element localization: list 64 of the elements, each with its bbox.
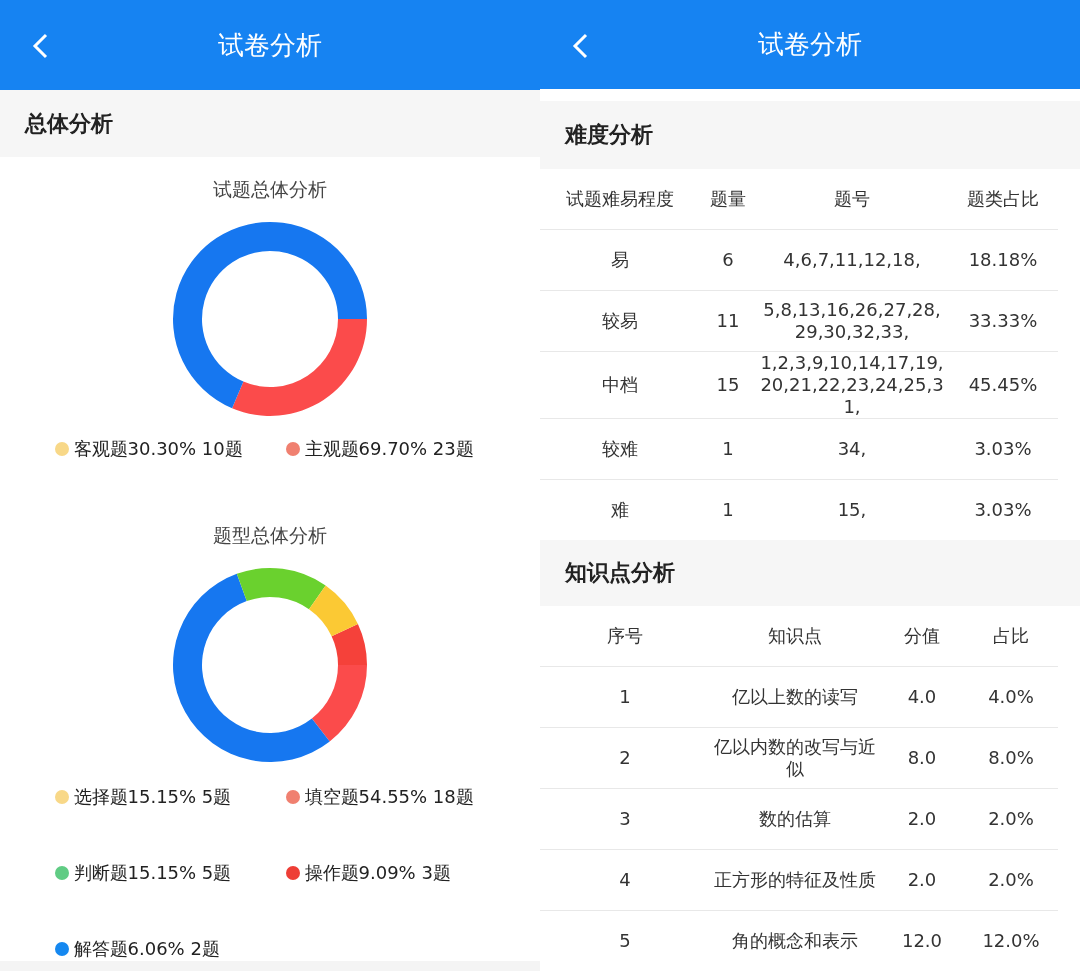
- column-header: 序号: [606, 625, 644, 647]
- table-cell-text: 角的概念和表示: [731, 930, 859, 952]
- section-title: 难度分析: [565, 121, 653, 150]
- table-cell-text: 18.18%: [967, 249, 1039, 272]
- table-cell-text: 1,2,3,9,10,14,17,19,20,21,22,23,24,25,31,: [759, 352, 945, 419]
- column-header: 占比: [992, 625, 1030, 647]
- table-cell-text: 2.0%: [987, 808, 1035, 830]
- table-cell-text: 中档: [601, 374, 639, 397]
- legend-label: 操作题9.09% 3题: [304, 861, 451, 886]
- table-cell-text: 5: [618, 930, 632, 952]
- back-icon[interactable]: [572, 33, 588, 59]
- table-cell-text: 4.0%: [987, 686, 1035, 708]
- table-cell-text: 难: [610, 499, 630, 522]
- section-title: 知识点分析: [565, 559, 675, 588]
- table-cell-text: 正方形的特征及性质: [713, 869, 877, 891]
- table-cell-text: 8.0: [906, 747, 938, 769]
- table-cell-text: 6: [721, 249, 735, 272]
- table-cell-text: 2.0: [906, 808, 938, 830]
- table-cell-text: 较难: [601, 438, 639, 461]
- table-cell-text: 5,8,13,16,26,27,28,29,30,32,33,: [762, 299, 942, 344]
- table-cell-text: 1: [721, 438, 735, 461]
- page-title: 试卷分析: [758, 28, 862, 62]
- table-cell-text: 2.0: [906, 869, 938, 891]
- table-cell-text: 33.33%: [967, 310, 1039, 333]
- table-cell-text: 34,: [836, 438, 868, 461]
- table-cell-text: 15: [715, 374, 741, 397]
- legend-label: 主观题69.70% 23题: [304, 437, 474, 462]
- table-cell-text: 数的估算: [758, 808, 832, 830]
- table-cell-text: 较易: [601, 310, 639, 333]
- table-cell-text: 易: [610, 249, 630, 272]
- table-cell-text: 1: [618, 686, 632, 708]
- table-cell-text: 15,: [836, 499, 868, 522]
- table-cell-text: 4: [618, 869, 632, 891]
- column-header: 题量: [709, 188, 747, 211]
- back-icon[interactable]: [32, 33, 48, 59]
- table-cell-text: 45.45%: [967, 374, 1039, 397]
- table-cell-text: 4.0: [906, 686, 938, 708]
- legend-label: 填空题54.55% 18题: [304, 785, 474, 810]
- column-header: 知识点: [767, 625, 823, 647]
- column-header: 试题难易程度: [565, 188, 675, 211]
- table-cell-text: 3.03%: [973, 499, 1033, 522]
- legend-label: 判断题15.15% 5题: [73, 861, 232, 886]
- column-header: 分值: [903, 625, 941, 647]
- table-cell-text: 2.0%: [987, 869, 1035, 891]
- legend-label: 选择题15.15% 5题: [73, 785, 232, 810]
- page-title: 试卷分析: [218, 28, 322, 62]
- table-cell-text: 亿以内数的改写与近似: [713, 736, 877, 780]
- table-cell-text: 8.0%: [987, 747, 1035, 769]
- table-cell-text: 12.0: [900, 930, 944, 952]
- legend-label: 客观题30.30% 10题: [73, 437, 243, 462]
- chart-title: 题型总体分析: [213, 523, 327, 549]
- column-header: 题号: [833, 188, 871, 211]
- legend-label: 解答题6.06% 2题: [73, 937, 220, 962]
- table-cell-text: 4,6,7,11,12,18,: [782, 249, 922, 272]
- table-cell-text: 3.03%: [973, 438, 1033, 461]
- table-cell-text: 11: [715, 310, 741, 333]
- column-header: 题类占比: [966, 188, 1040, 211]
- chart-title: 试题总体分析: [213, 177, 327, 203]
- table-cell-text: 1: [721, 499, 735, 522]
- table-cell-text: 12.0%: [981, 930, 1041, 952]
- table-cell-text: 2: [618, 747, 632, 769]
- section-title: 总体分析: [25, 109, 113, 138]
- table-cell-text: 3: [618, 808, 632, 830]
- table-cell-text: 亿以上数的读写: [731, 686, 859, 708]
